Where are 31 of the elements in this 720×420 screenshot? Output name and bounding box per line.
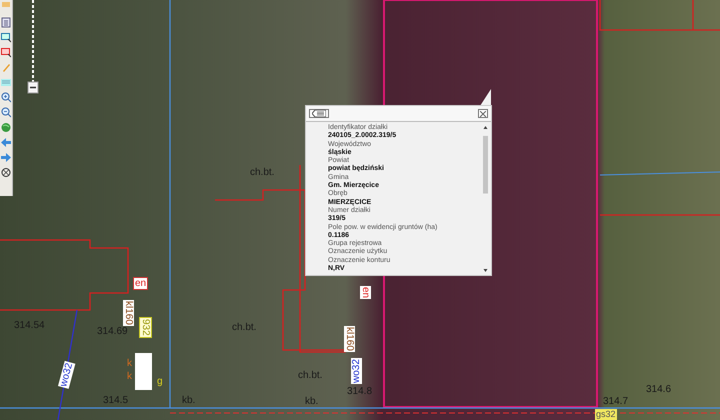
map-label: ch.bt. <box>298 370 322 381</box>
arrow-left-icon[interactable] <box>1 137 11 148</box>
map-label: 932 <box>139 317 152 338</box>
map-label: ch.bt. <box>250 167 274 178</box>
globe-icon[interactable] <box>1 122 11 133</box>
map-label: ch.bt. <box>232 322 256 333</box>
map-label: kb. <box>305 396 318 407</box>
map-label: kb. <box>182 395 196 406</box>
map-label: k <box>127 358 132 369</box>
map-label: g <box>157 376 163 387</box>
list-icon[interactable] <box>1 17 11 28</box>
list-icon[interactable] <box>309 109 329 118</box>
selection-icon[interactable] <box>1 47 11 58</box>
map-label: 314.7 <box>603 396 628 407</box>
map-label: kl160 <box>344 326 355 352</box>
map-label: gs32 <box>595 409 617 420</box>
arrow-right-icon[interactable] <box>1 152 11 163</box>
crosshair-icon[interactable] <box>1 167 11 178</box>
map-label: en <box>133 277 148 290</box>
scrollbar[interactable] <box>482 124 489 273</box>
map-label: en <box>360 286 371 300</box>
zoom-out-icon[interactable] <box>1 107 11 118</box>
map-label: 314.8 <box>347 386 372 397</box>
zoom-slider-drawing[interactable] <box>27 0 39 95</box>
zoom-in-icon[interactable] <box>1 92 11 103</box>
close-button[interactable] <box>478 109 488 118</box>
map-label: 314.6 <box>646 384 672 395</box>
map-label: kl160 <box>123 300 134 326</box>
map-label: wo32 <box>351 358 362 384</box>
map-label: k <box>127 371 132 382</box>
monitor-icon[interactable] <box>1 32 11 43</box>
